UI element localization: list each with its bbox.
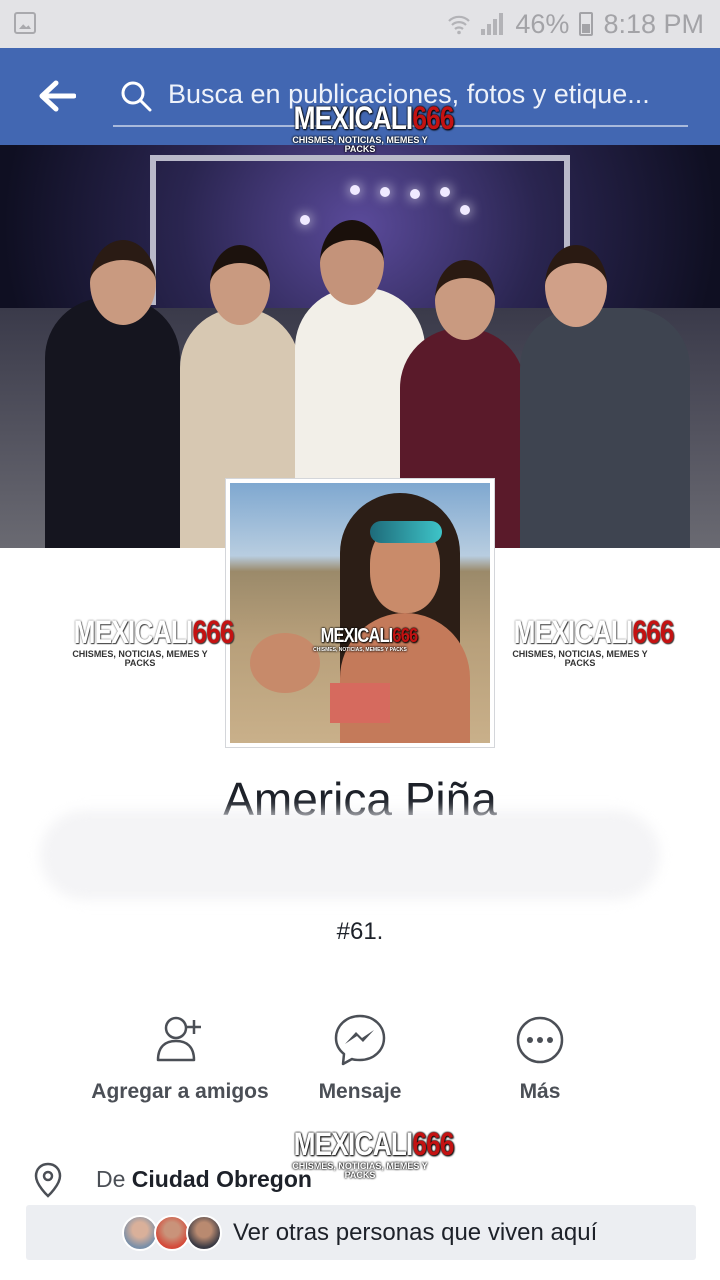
profile-picture[interactable]: [225, 478, 495, 748]
others-living-here-label: Ver otras personas que viven aquí: [233, 1219, 598, 1246]
gallery-notification-icon: [14, 12, 36, 34]
status-bar: 46% 8:18 PM: [0, 0, 720, 48]
wifi-icon: [448, 15, 471, 35]
others-living-here-button[interactable]: Ver otras personas que viven aquí: [26, 1205, 696, 1260]
battery-percent: 46%: [515, 8, 570, 39]
redacted-area: [40, 810, 660, 900]
add-friend-button[interactable]: Agregar a amigos: [90, 1010, 270, 1104]
search-icon: [121, 81, 152, 112]
status-bar-right: 46% 8:18 PM: [447, 0, 704, 48]
watermark-logo: MEXICALI666 CHISMES, NOTICIAS, MEMES Y P…: [512, 614, 674, 668]
more-icon: [516, 1016, 564, 1064]
avatar: [186, 1215, 222, 1251]
profile-photo: [230, 483, 490, 743]
profile-bio: #61.: [336, 918, 384, 945]
add-friend-label: Agregar a amigos: [91, 1080, 269, 1103]
clock: 8:18 PM: [603, 8, 704, 39]
signal-icon: [481, 13, 505, 35]
message-label: Mensaje: [318, 1080, 402, 1103]
messenger-icon: [334, 1014, 386, 1066]
watermark-logo: MEXICALI666 CHISMES, NOTICIAS, MEMES Y P…: [292, 100, 454, 154]
back-arrow-icon[interactable]: [36, 78, 76, 114]
add-friend-icon: [156, 1016, 201, 1062]
avatar: [154, 1215, 190, 1251]
more-label: Más: [519, 1080, 561, 1103]
hometown-info[interactable]: De Ciudad Obregon: [96, 1166, 312, 1193]
location-pin-icon: [34, 1162, 62, 1198]
hometown-place: Ciudad Obregon: [131, 1166, 312, 1192]
message-button[interactable]: Mensaje: [300, 1010, 420, 1104]
watermark-logo: MEXICALI666 CHISMES, NOTICIAS, MEMES Y P…: [313, 625, 418, 653]
more-button[interactable]: Más: [480, 1010, 600, 1104]
watermark-logo: MEXICALI666 CHISMES, NOTICIAS, MEMES Y P…: [72, 614, 234, 668]
avatar: [122, 1215, 158, 1251]
battery-icon: [579, 12, 594, 36]
